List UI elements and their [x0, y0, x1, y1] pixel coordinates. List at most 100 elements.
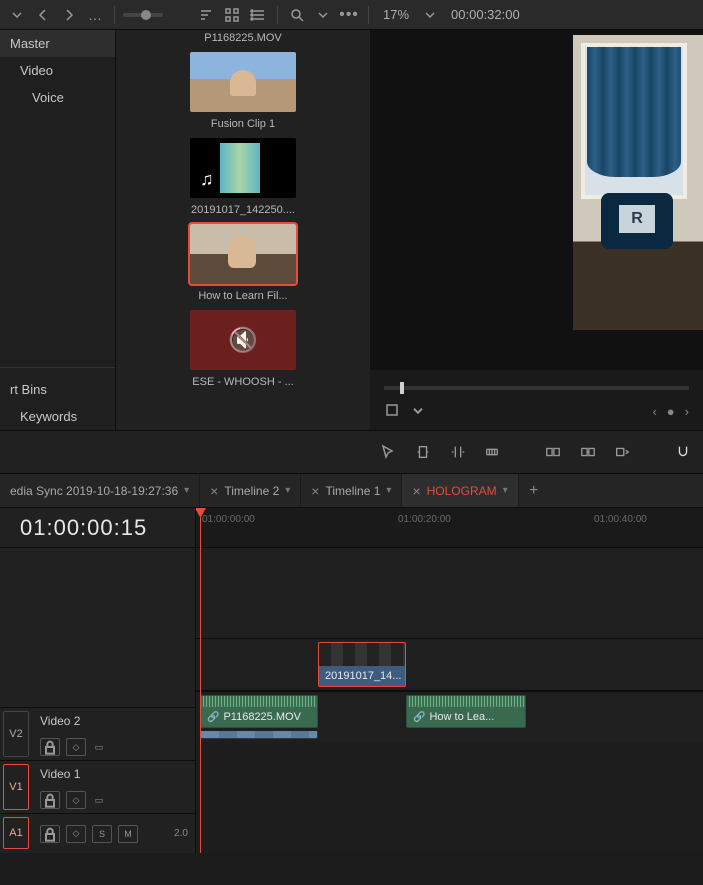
- ellipsis-icon[interactable]: …: [84, 4, 106, 26]
- tab-hologram[interactable]: × HOLOGRAM ▾: [402, 474, 518, 507]
- playhead[interactable]: [200, 508, 201, 853]
- insert-icon[interactable]: [545, 439, 562, 465]
- mute-button[interactable]: M: [118, 825, 138, 843]
- track-header-a1[interactable]: A1 ◇ S M 2.0: [0, 813, 195, 853]
- track-color-icon[interactable]: ▭: [92, 738, 106, 756]
- dynamic-trim-icon[interactable]: [449, 439, 466, 465]
- prev-icon[interactable]: ‹: [652, 404, 656, 419]
- track-header-v1[interactable]: V1 Video 1 ◇ ▭: [0, 760, 195, 813]
- link-icon: 🔗: [207, 712, 219, 723]
- bins-panel: Master Video Voice rt Bins Keywords: [0, 30, 116, 430]
- clip-name: P1168225.MOV: [223, 711, 300, 723]
- search-chevron-icon[interactable]: [312, 4, 334, 26]
- transform-icon[interactable]: [384, 402, 400, 421]
- chevron-down-icon[interactable]: ▾: [184, 485, 189, 496]
- bin-keywords[interactable]: Keywords: [0, 403, 115, 430]
- thumb-size-slider[interactable]: [123, 13, 163, 17]
- clip-sfx[interactable]: ESE - WHOOSH - ...: [188, 310, 298, 388]
- bin-voice[interactable]: Voice: [0, 84, 115, 111]
- clip-label: ESE - WHOOSH - ...: [192, 376, 293, 388]
- clip-v2-1[interactable]: 20191017_14...: [318, 642, 406, 687]
- timeline-tabs: edia Sync 2019-10-18-19:27:36 ▾ × Timeli…: [0, 474, 703, 508]
- trim-tool-icon[interactable]: [415, 439, 432, 465]
- clip-howto[interactable]: How to Learn Fil...: [188, 224, 298, 302]
- timeline-tracks[interactable]: 01:00:00:00 01:00:20:00 01:00:40:00 2019…: [196, 508, 703, 853]
- grid-view-icon[interactable]: [221, 4, 243, 26]
- clip-fusion[interactable]: Fusion Clip 1: [188, 52, 298, 130]
- clip-label: P1168225.MOV: [188, 32, 298, 44]
- tab-label: Timeline 2: [224, 484, 279, 498]
- lock-icon[interactable]: [40, 825, 60, 843]
- clip-name: 20191017_14...: [325, 670, 401, 682]
- track-lane-v1[interactable]: 🔗P116... 🔗H... 🔗P1168225.MOV 🔗How to Lea…: [196, 690, 703, 742]
- nav-back-icon[interactable]: [32, 4, 54, 26]
- zoom-level[interactable]: 17%: [377, 7, 415, 22]
- tab-label: Timeline 1: [325, 484, 380, 498]
- lock-icon[interactable]: [40, 791, 60, 809]
- media-pool[interactable]: P1168225.MOV Fusion Clip 1 20191017_1422…: [116, 30, 370, 430]
- tab-timeline-2[interactable]: × Timeline 2 ▾: [200, 474, 301, 507]
- list-view-icon[interactable]: [247, 4, 269, 26]
- auto-select-icon[interactable]: ◇: [66, 791, 86, 809]
- track-header-v2[interactable]: V2 Video 2 ◇ ▭: [0, 707, 195, 760]
- auto-select-icon[interactable]: ◇: [66, 738, 86, 756]
- close-icon[interactable]: ×: [311, 483, 319, 499]
- link-icon: 🔗: [413, 712, 425, 723]
- clip-thumb: [190, 138, 296, 198]
- track-headers: 01:00:00:15 V2 Video 2 ◇ ▭ V1 Video 1 ◇: [0, 508, 196, 853]
- top-toolbar: … ••• 17% 00:00:32:00: [0, 0, 703, 30]
- bin-smart[interactable]: rt Bins: [0, 376, 115, 403]
- viewer-canvas[interactable]: R: [370, 30, 703, 370]
- search-icon[interactable]: [286, 4, 308, 26]
- timecode-display[interactable]: 01:00:00:15: [0, 508, 195, 548]
- close-icon[interactable]: ×: [412, 483, 420, 499]
- chevron-down-icon[interactable]: ▾: [285, 485, 290, 496]
- blade-tool-icon[interactable]: [484, 439, 501, 465]
- close-icon[interactable]: ×: [210, 483, 218, 499]
- clip-thumb: [190, 224, 296, 284]
- add-tab-icon[interactable]: +: [519, 482, 549, 500]
- sort-icon[interactable]: [195, 4, 217, 26]
- clip-a1-2[interactable]: 🔗 How to Lea...: [406, 695, 526, 728]
- snap-icon[interactable]: [674, 439, 691, 465]
- clip-label: 20191017_142250....: [191, 204, 295, 216]
- track-tag-v2[interactable]: V2: [3, 711, 29, 757]
- nav-fwd-icon[interactable]: [58, 4, 80, 26]
- pillow-letter: R: [619, 205, 655, 233]
- marker-dot-icon[interactable]: ●: [667, 404, 675, 419]
- tab-label: edia Sync 2019-10-18-19:27:36: [10, 484, 178, 498]
- track-tag-a1[interactable]: A1: [3, 817, 29, 849]
- track-tag-v1[interactable]: V1: [3, 764, 29, 810]
- solo-button[interactable]: S: [92, 825, 112, 843]
- overwrite-icon[interactable]: [579, 439, 596, 465]
- more-icon[interactable]: •••: [338, 4, 360, 26]
- ruler-tick: 01:00:40:00: [594, 514, 647, 525]
- clip-name: How to Lea...: [429, 711, 494, 723]
- zoom-chevron-icon[interactable]: [419, 4, 441, 26]
- tab-media-sync[interactable]: edia Sync 2019-10-18-19:27:36 ▾: [0, 474, 200, 507]
- track-color-icon[interactable]: ▭: [92, 791, 106, 809]
- track-lane-v2[interactable]: 20191017_14...: [196, 638, 703, 690]
- auto-select-icon[interactable]: ◇: [66, 825, 86, 843]
- timecode-readout[interactable]: 00:00:32:00: [445, 7, 526, 22]
- viewer-scrubber[interactable]: [384, 386, 689, 390]
- track-lane-a1[interactable]: 🔗 P1168225.MOV 🔗 How to Lea...: [196, 691, 703, 731]
- timeline-ruler[interactable]: 01:00:00:00 01:00:20:00 01:00:40:00: [196, 508, 703, 548]
- bin-master[interactable]: Master: [0, 30, 115, 57]
- clip-audio[interactable]: 20191017_142250....: [188, 138, 298, 216]
- tab-timeline-1[interactable]: × Timeline 1 ▾: [301, 474, 402, 507]
- bin-video[interactable]: Video: [0, 57, 115, 84]
- replace-icon[interactable]: [614, 439, 631, 465]
- transform-chevron-icon[interactable]: [410, 402, 426, 421]
- preview-frame: R: [573, 35, 703, 330]
- selection-tool-icon[interactable]: [380, 439, 397, 465]
- lock-icon[interactable]: [40, 738, 60, 756]
- viewer-controls: ‹ ● ›: [370, 370, 703, 430]
- chevron-down-icon[interactable]: ▾: [386, 485, 391, 496]
- timeline-toolbar: [0, 430, 703, 474]
- next-icon[interactable]: ›: [685, 404, 689, 419]
- chevron-down-icon[interactable]: [6, 4, 28, 26]
- clip-a1-1[interactable]: 🔗 P1168225.MOV: [200, 695, 318, 728]
- chevron-down-icon[interactable]: ▾: [503, 485, 508, 496]
- timeline: 01:00:00:15 V2 Video 2 ◇ ▭ V1 Video 1 ◇: [0, 508, 703, 853]
